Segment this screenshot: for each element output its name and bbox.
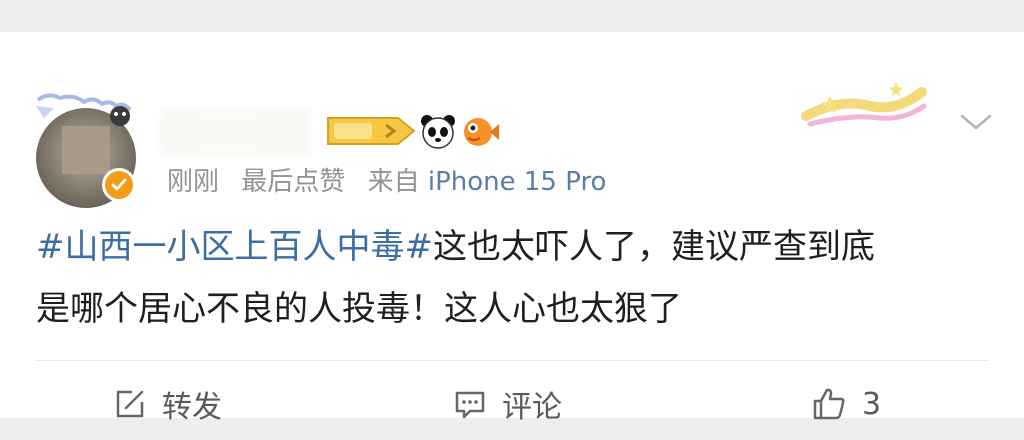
post-text-line1: 这也太吓人了，建议严查到底: [432, 227, 875, 267]
divider: [36, 360, 988, 361]
post-time: 刚刚: [167, 167, 220, 197]
last-like-label: 最后点赞: [241, 167, 346, 197]
level-badge-icon: [327, 117, 416, 145]
avatar[interactable]: [36, 90, 136, 208]
source-device[interactable]: iPhone 15 Pro: [428, 167, 607, 197]
username-blurred[interactable]: [160, 110, 310, 154]
post-text-line2: 是哪个居心不良的人投毒！这人心也太狠了: [36, 289, 682, 329]
verified-badge: [102, 168, 136, 202]
repost-label: 转发: [162, 390, 222, 425]
chevron-down-icon[interactable]: [958, 110, 994, 134]
comment-label: 评论: [502, 390, 562, 425]
post-text: #山西一小区上百人中毒#这也太吓人了，建议严查到底 是哪个居心不良的人投毒！这人…: [36, 216, 996, 340]
post-meta: 刚刚 最后点赞 来自 iPhone 15 Pro: [167, 160, 620, 204]
like-count: 3: [862, 386, 882, 422]
repost-icon: [116, 390, 144, 418]
comment-button[interactable]: 评论: [452, 382, 562, 426]
avatar-frame-icon: [36, 93, 132, 126]
fish-icon: [464, 118, 499, 146]
panda-icon: [421, 115, 455, 149]
repost-button[interactable]: 转发: [112, 382, 222, 426]
source-label: 来自: [367, 167, 420, 197]
hashtag-link[interactable]: #山西一小区上百人中毒#: [36, 227, 433, 267]
verified-icon: [111, 178, 127, 191]
like-button[interactable]: 3: [810, 382, 881, 426]
comment-icon: [455, 391, 485, 419]
card-decoration-icon: [801, 82, 927, 127]
like-icon: [813, 388, 845, 420]
post-card: 刚刚 最后点赞 来自 iPhone 15 Pro #山西一小区上百人中毒#这也太…: [0, 32, 1024, 425]
